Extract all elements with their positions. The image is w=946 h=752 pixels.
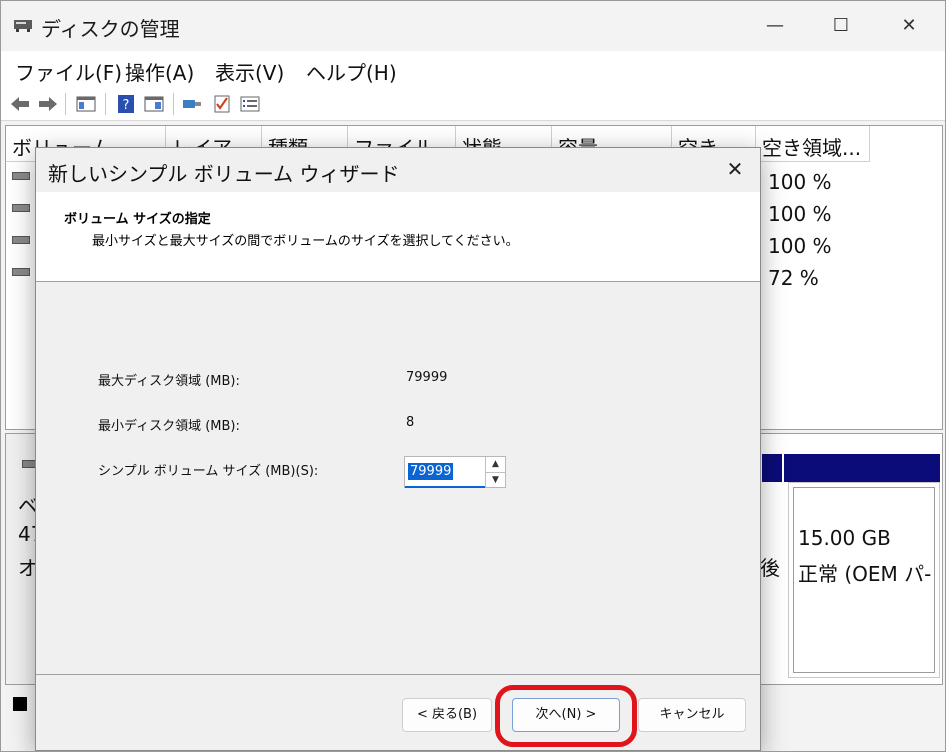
partition-header-bar xyxy=(784,454,940,482)
step-description: 最小サイズと最大サイズの間でボリュームのサイズを選択してください。 xyxy=(92,234,519,249)
volume-size-input[interactable]: 79999 xyxy=(408,463,454,480)
oem-partition-inner: 15.00 GB 正常 (OEM パ- xyxy=(793,487,935,673)
title-bar: ディスクの管理 — ☐ ✕ xyxy=(1,1,945,51)
toolbar: ? xyxy=(1,89,945,121)
percent-free-value: 72 % xyxy=(768,266,819,290)
window-title: ディスクの管理 xyxy=(41,17,180,41)
dialog-title: 新しいシンプル ボリューム ウィザード xyxy=(48,162,400,186)
back-icon[interactable] xyxy=(9,94,31,114)
dialog-divider xyxy=(36,674,760,675)
menu-bar: ファイル(F) 操作(A) 表示(V) ヘルプ(H) xyxy=(1,51,945,89)
help-icon[interactable]: ? xyxy=(115,94,137,114)
oem-partition[interactable]: 15.00 GB 正常 (OEM パ- xyxy=(788,482,940,678)
volume-row-icon xyxy=(12,236,30,244)
min-disk-space-value: 8 xyxy=(406,415,415,430)
list-icon[interactable] xyxy=(239,94,261,114)
spin-up-button[interactable]: ▲ xyxy=(485,457,505,472)
dialog-close-button[interactable]: ✕ xyxy=(720,156,750,182)
volume-size-spinbox[interactable]: 79999 ▲ ▼ xyxy=(404,456,506,488)
partition-text: 後 xyxy=(760,556,780,580)
toolbar-divider xyxy=(173,93,174,115)
menu-help[interactable]: ヘルプ(H) xyxy=(306,57,397,86)
step-title: ボリューム サイズの指定 xyxy=(64,212,211,227)
input-focus-underline xyxy=(405,486,485,488)
max-disk-space-value: 79999 xyxy=(406,370,448,385)
volume-row-icon xyxy=(12,204,30,212)
partition-size: 15.00 GB xyxy=(798,526,891,550)
min-disk-space-label: 最小ディスク領域 (MB): xyxy=(98,419,240,434)
dialog-title-bar: 新しいシンプル ボリューム ウィザード ✕ xyxy=(36,148,760,192)
svg-text:?: ? xyxy=(123,98,130,113)
percent-free-value: 100 % xyxy=(768,170,832,194)
volume-row-icon xyxy=(12,268,30,276)
new-simple-volume-wizard: 新しいシンプル ボリューム ウィザード ✕ ボリューム サイズの指定 最小サイズ… xyxy=(35,147,761,751)
close-button[interactable]: ✕ xyxy=(889,13,929,39)
toolbar-divider xyxy=(105,93,106,115)
cancel-button[interactable]: キャンセル xyxy=(638,698,746,732)
column-header-percent-free[interactable]: 空き領域... xyxy=(756,126,870,162)
check-icon[interactable] xyxy=(211,94,233,114)
toolbar-divider xyxy=(65,93,66,115)
menu-file[interactable]: ファイル(F) xyxy=(15,57,122,86)
maximize-button[interactable]: ☐ xyxy=(821,13,861,39)
disk-management-app-icon xyxy=(14,20,32,32)
back-button[interactable]: < 戻る(B) xyxy=(402,698,492,732)
max-disk-space-label: 最大ディスク領域 (MB): xyxy=(98,374,240,389)
next-button-highlight xyxy=(495,685,637,747)
connect-icon[interactable] xyxy=(181,94,203,114)
volume-row-icon xyxy=(12,172,30,180)
forward-icon[interactable] xyxy=(37,94,59,114)
partition-header-bar xyxy=(762,454,782,482)
partition-status: 正常 (OEM パ- xyxy=(798,562,932,586)
minimize-button[interactable]: — xyxy=(755,13,795,39)
legend-swatch xyxy=(13,697,27,711)
disk-management-window: ディスクの管理 — ☐ ✕ ファイル(F) 操作(A) 表示(V) ヘルプ(H)… xyxy=(0,0,946,752)
volume-size-label: シンプル ボリューム サイズ (MB)(S): xyxy=(98,464,319,479)
spin-down-button[interactable]: ▼ xyxy=(485,472,505,487)
percent-free-value: 100 % xyxy=(768,234,832,258)
dialog-header: ボリューム サイズの指定 最小サイズと最大サイズの間でボリュームのサイズを選択し… xyxy=(36,192,760,282)
menu-view[interactable]: 表示(V) xyxy=(215,57,284,86)
properties-icon[interactable] xyxy=(143,94,165,114)
console-tree-icon[interactable] xyxy=(75,94,97,114)
menu-action[interactable]: 操作(A) xyxy=(125,57,194,86)
percent-free-value: 100 % xyxy=(768,202,832,226)
